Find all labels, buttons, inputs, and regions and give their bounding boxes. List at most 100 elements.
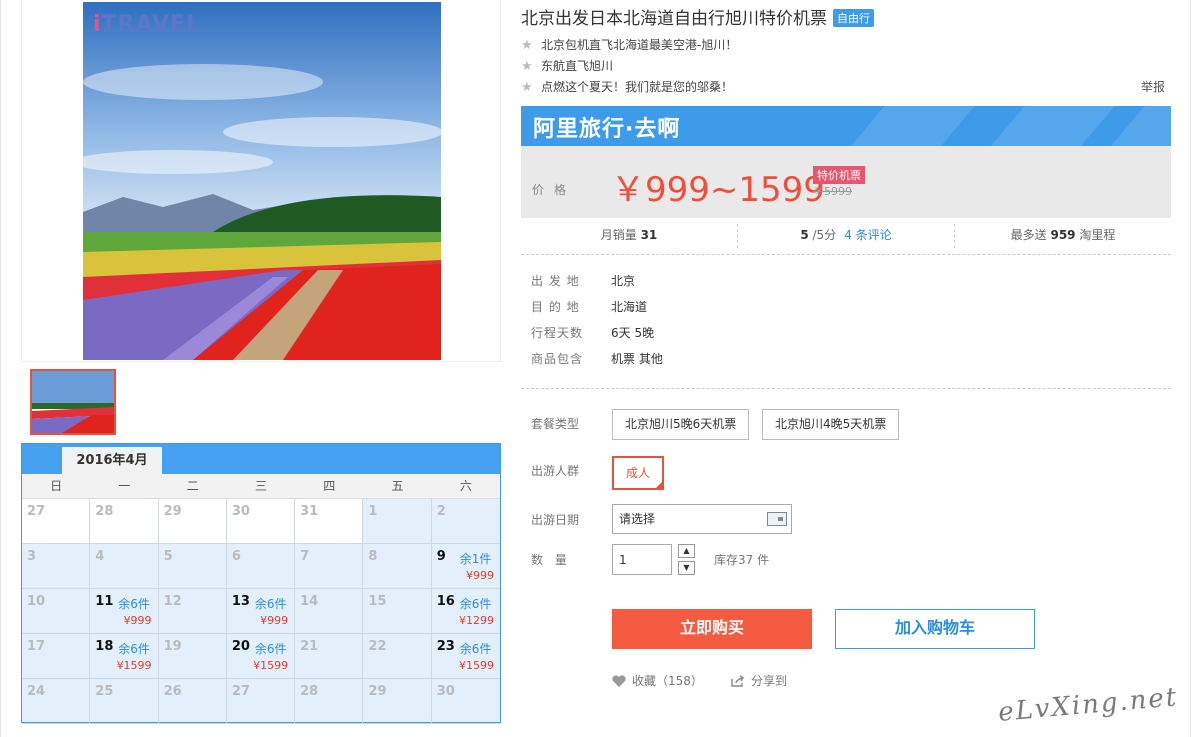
calendar-day: 14 (295, 589, 364, 634)
add-to-cart-button[interactable]: 加入购物车 (835, 609, 1035, 649)
day-number: 26 (163, 684, 182, 699)
day-number: 25 (95, 684, 114, 699)
day-number: 27 (231, 684, 250, 699)
trip-info: 出 发 地 北京目 的 地 北海道 行程天数 6天 5晚 商品包含 机票 其他 (531, 272, 663, 376)
info-key: 行程天数 (531, 326, 584, 340)
day-number: 29 (368, 684, 387, 699)
day-number: 27 (27, 504, 46, 519)
day-number: 23 (436, 639, 455, 654)
reviews-link[interactable]: 4 条评论 (844, 228, 891, 242)
info-value: 北京 (611, 274, 636, 288)
calendar-day: 29 (363, 679, 432, 724)
quantity-decrease-icon[interactable]: ▼ (678, 561, 695, 575)
quantity-increase-icon[interactable]: ▲ (678, 544, 695, 558)
calendar-day: 31 (295, 499, 364, 544)
quantity-label: 数 量 (531, 553, 571, 567)
star-icon: ★ (521, 59, 533, 74)
day-number: 14 (300, 594, 319, 609)
report-link[interactable]: 举报 (1141, 78, 1165, 95)
frame-border-left (0, 0, 1, 737)
day-number: 10 (27, 594, 46, 609)
calendar-day[interactable]: 23 余6件 ¥1599 (431, 634, 500, 679)
banner-text: 阿里旅行·去啊 (533, 117, 681, 142)
day-price: ¥1599 (253, 659, 289, 672)
day-number: 2 (436, 504, 446, 519)
calendar-day: 7 (295, 544, 364, 589)
day-stock: 余6件 (459, 642, 492, 656)
day-number: 17 (27, 639, 46, 654)
quantity-input[interactable]: 1 (612, 544, 672, 575)
product-title: 北京出发日本北海道自由行旭川特价机票 自由行 (521, 4, 874, 29)
calendar-day[interactable]: 11 余6件 ¥999 (90, 589, 159, 634)
calendar-month-tab[interactable]: 2016年4月 (62, 447, 162, 474)
share-button[interactable]: 分享到 (731, 672, 787, 689)
calendar-day: 5 (158, 544, 227, 589)
calendar-day[interactable]: 13 余6件 ¥999 (226, 589, 296, 634)
day-number: 19 (163, 639, 182, 654)
day-number: 12 (163, 594, 182, 609)
info-key: 目 的 地 (531, 300, 580, 314)
day-number: 30 (436, 684, 455, 699)
favorite-button[interactable]: 收藏（158） (612, 672, 703, 689)
divider (521, 388, 1171, 389)
main-photo-container: iTRAVEL (21, 0, 501, 362)
calendar-day: 30 (226, 499, 296, 544)
day-price: ¥999 (123, 614, 152, 627)
calendar-day: 27 (22, 499, 91, 544)
info-row: 出 发 地 北京 (531, 272, 663, 298)
package-option-1[interactable]: 北京旭川5晚6天机票 (612, 409, 750, 440)
highlight-item: ★ 北京包机直飞北海道最美空港-旭川！ (521, 35, 1171, 56)
day-number: 21 (300, 639, 319, 654)
day-number: 9 (436, 549, 446, 564)
price-label: 价格 (532, 183, 577, 197)
calendar-day: 10 (22, 589, 91, 634)
flower-field-image (83, 2, 441, 360)
day-number: 31 (300, 504, 319, 519)
price-calendar: 2016年4月 日一二三四五六 27 28 29 30 31 1 2 3 4 5 6 7 8 9 余1件 ¥9… (21, 443, 501, 724)
calendar-day: 2 (431, 499, 500, 544)
day-stock: 余6件 (118, 642, 150, 656)
day-number: 29 (163, 504, 182, 519)
highlight-text: 点燃这个夏天！我们就是您的邬桑！ (541, 80, 734, 94)
calendar-day: 3 (22, 544, 91, 589)
calendar-day: 15 (363, 589, 432, 634)
original-price: ￥5999 (813, 185, 852, 198)
package-option-2[interactable]: 北京旭川4晚5天机票 (762, 409, 900, 440)
calendar-grid: 27 28 29 30 31 1 2 3 4 5 6 7 8 9 余1件 ¥999 10 11 余6件 ¥999 12 1… (22, 499, 500, 724)
calendar-day[interactable]: 9 余1件 ¥999 (431, 544, 500, 589)
calendar-day: 17 (22, 634, 91, 679)
thumbnail-1[interactable] (30, 369, 116, 435)
calendar-day: 28 (295, 679, 364, 724)
info-key: 出 发 地 (531, 274, 580, 288)
day-number: 28 (95, 504, 114, 519)
day-number: 13 (231, 594, 250, 609)
calendar-day: 24 (22, 679, 91, 724)
info-row: 目 的 地 北海道 (531, 298, 663, 324)
divider (521, 254, 1171, 255)
calendar-day: 29 (158, 499, 227, 544)
info-value: 机票 其他 (611, 352, 663, 366)
calendar-day[interactable]: 18 余6件 ¥1599 (90, 634, 159, 679)
calendar-day[interactable]: 20 余6件 ¥1599 (226, 634, 296, 679)
main-photo[interactable]: iTRAVEL (83, 2, 441, 360)
day-number: 3 (27, 549, 37, 564)
calendar-weekday-row: 日一二三四五六 (22, 474, 500, 499)
info-value: 6天 5晚 (611, 326, 655, 340)
calendar-day: 4 (90, 544, 159, 589)
calendar-day[interactable]: 16 余6件 ¥1299 (431, 589, 500, 634)
calendar-day: 19 (158, 634, 227, 679)
day-number: 8 (368, 549, 378, 564)
buy-now-button[interactable]: 立即购买 (612, 609, 812, 649)
weekday-label: 六 (459, 479, 472, 493)
product-tag: 自由行 (833, 9, 874, 27)
calendar-icon[interactable] (767, 512, 787, 526)
day-number: 11 (95, 594, 114, 609)
day-number: 22 (368, 639, 387, 654)
day-price: ¥1299 (458, 614, 494, 627)
day-number: 30 (231, 504, 250, 519)
pax-option-adult[interactable]: 成人 (612, 456, 664, 490)
day-number: 16 (436, 594, 455, 609)
day-price: ¥999 (260, 614, 289, 627)
travel-date-input[interactable]: 请选择 (612, 504, 792, 534)
star-icon: ★ (521, 80, 533, 95)
